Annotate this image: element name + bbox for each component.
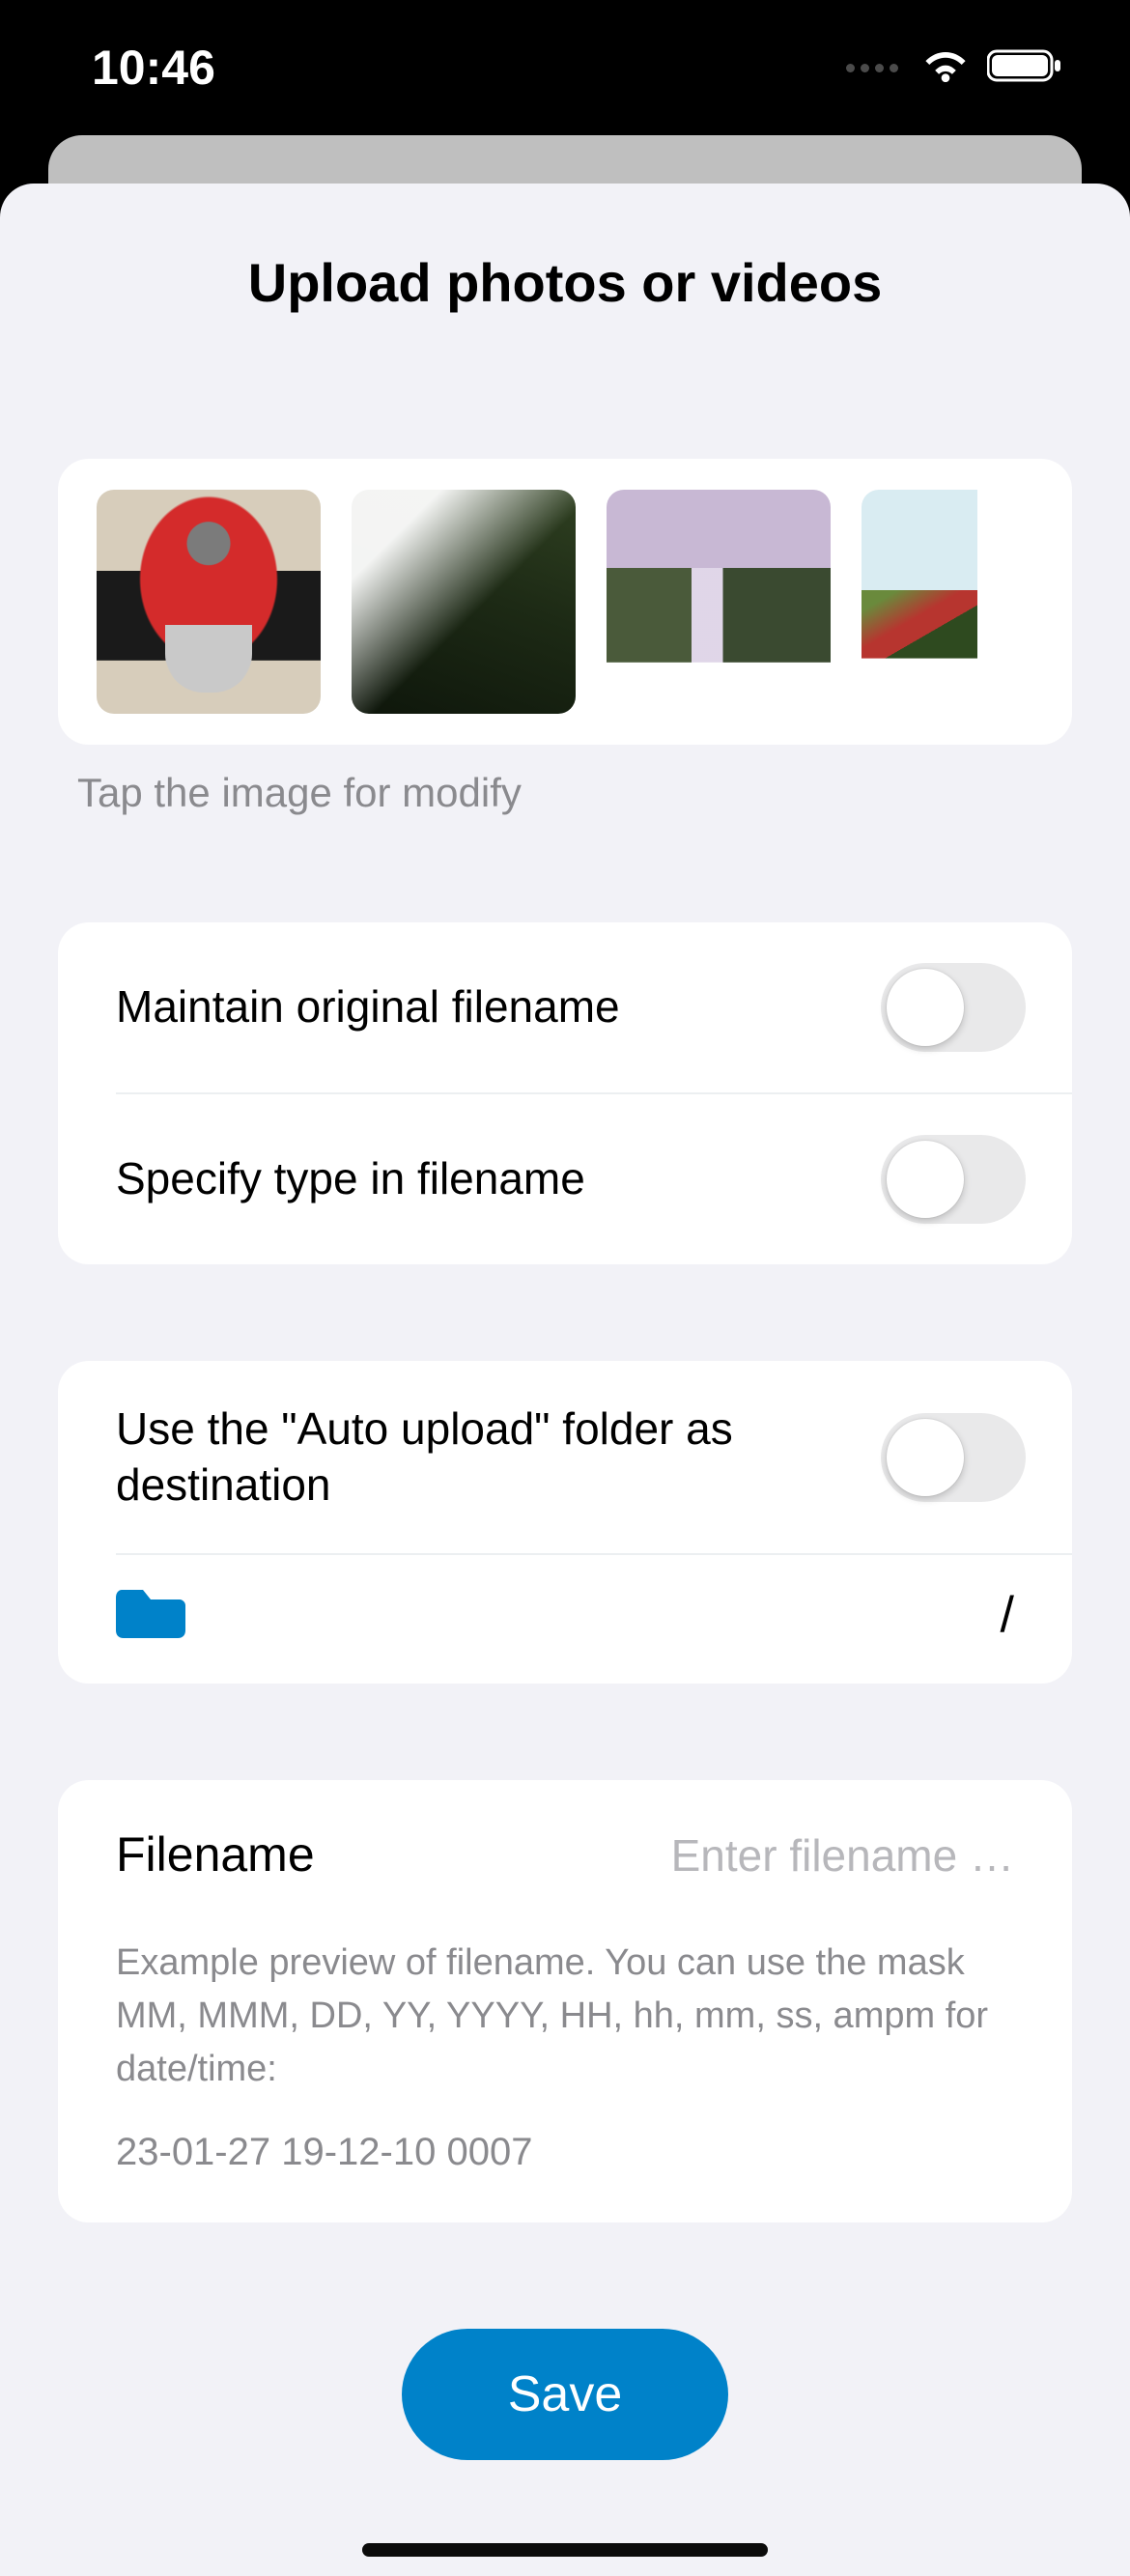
filename-help-text: Example preview of filename. You can use… xyxy=(58,1902,1072,2096)
filename-input[interactable] xyxy=(475,1829,1014,1882)
page-title: Upload photos or videos xyxy=(39,251,1091,314)
row-auto-upload-dest: Use the "Auto upload" folder as destinat… xyxy=(58,1361,1072,1553)
destination-path: / xyxy=(1001,1586,1014,1644)
auto-upload-dest-label: Use the "Auto upload" folder as destinat… xyxy=(116,1401,840,1513)
status-time: 10:46 xyxy=(92,40,215,96)
sheet-header: Upload photos or videos xyxy=(0,184,1130,353)
destination-folder-row[interactable]: / xyxy=(116,1553,1072,1684)
thumbnail-item[interactable] xyxy=(352,490,576,714)
thumbnail-hint: Tap the image for modify xyxy=(77,770,1053,816)
filename-group: Filename Example preview of filename. Yo… xyxy=(58,1780,1072,2222)
wifi-icon xyxy=(921,40,970,96)
filename-example: 23-01-27 19-12-10 0007 xyxy=(58,2096,1072,2184)
thumbnail-item[interactable] xyxy=(607,490,831,714)
row-maintain-original: Maintain original filename xyxy=(58,922,1072,1092)
destination-group: Use the "Auto upload" folder as destinat… xyxy=(58,1361,1072,1684)
filename-label: Filename xyxy=(116,1826,315,1882)
thumbnail-item[interactable] xyxy=(97,490,321,714)
upload-sheet: Upload photos or videos Tap the image fo… xyxy=(0,184,1130,2576)
thumbnail-item[interactable] xyxy=(862,490,977,714)
filename-options-group: Maintain original filename Specify type … xyxy=(58,922,1072,1264)
folder-icon xyxy=(116,1584,185,1645)
maintain-original-label: Maintain original filename xyxy=(116,979,620,1035)
thumbnail-strip xyxy=(58,459,1072,745)
sheet-background-card xyxy=(48,135,1082,184)
status-bar: 10:46 xyxy=(0,0,1130,135)
maintain-original-toggle[interactable] xyxy=(881,963,1026,1052)
save-button[interactable]: Save xyxy=(402,2329,729,2460)
specify-type-toggle[interactable] xyxy=(881,1135,1026,1224)
cellular-dots-icon xyxy=(846,64,898,72)
auto-upload-dest-toggle[interactable] xyxy=(881,1413,1026,1502)
row-specify-type: Specify type in filename xyxy=(116,1092,1072,1264)
home-indicator[interactable] xyxy=(362,2543,768,2557)
battery-icon xyxy=(987,40,1062,96)
specify-type-label: Specify type in filename xyxy=(116,1151,585,1207)
